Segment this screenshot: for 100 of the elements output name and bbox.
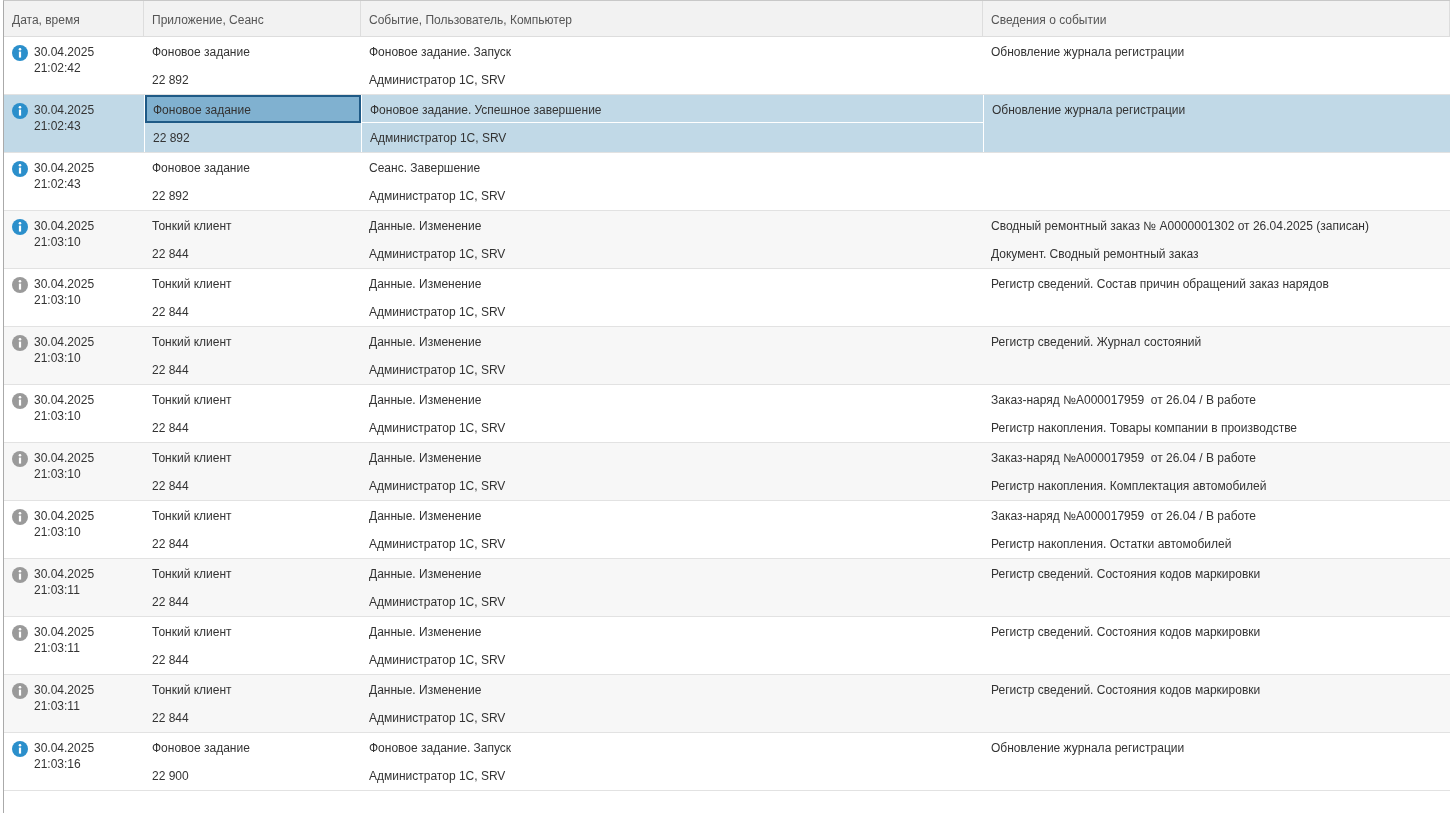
session-cell-text: 22 844 [151, 536, 190, 553]
time-text: 21:02:43 [34, 176, 82, 192]
event-details-text: Обновление журнала регистрации [990, 740, 1186, 757]
event-details-text: Заказ-наряд №А000017959 от 26.04 / В работе [990, 392, 1258, 409]
event-cell-text: Данные. Изменение [368, 334, 483, 351]
time-text: 21:03:10 [34, 292, 82, 308]
event-details-text: Обновление журнала регистрации [990, 44, 1186, 61]
application-cell-text: Тонкий клиент [151, 566, 233, 583]
event-cell-text: Данные. Изменение [368, 682, 483, 699]
event-details-text: Обновление журнала регистрации [991, 102, 1187, 119]
event-cell-text: Данные. Изменение [368, 508, 483, 525]
log-row[interactable]: 30.04.2025 21:03:11 Тонкий клиент 22 844 Данные. Изменение Администратор 1С, SRV Регистр сведений. Состояния кодов маркировки [4, 559, 1450, 617]
date-text: 30.04.2025 [34, 276, 95, 292]
user-cell-text: Администратор 1С, SRV [368, 768, 507, 785]
event-cell-text: Данные. Изменение [368, 218, 483, 235]
event-details-text: Документ. Сводный ремонтный заказ [990, 246, 1200, 263]
date-text: 30.04.2025 [34, 740, 95, 756]
user-cell-text: Администратор 1С, SRV [369, 130, 508, 147]
event-cell: Фоновое задание. Успешное завершение [362, 95, 983, 123]
event-cell-text: Данные. Изменение [368, 392, 483, 409]
user-cell-text: Администратор 1С, SRV [368, 710, 507, 727]
session-cell-text: 22 844 [151, 420, 190, 437]
time-text: 21:03:10 [34, 408, 82, 424]
date-text: 30.04.2025 [34, 44, 95, 60]
date-text: 30.04.2025 [34, 334, 95, 350]
date-text: 30.04.2025 [34, 682, 95, 698]
session-cell-text: 22 844 [151, 362, 190, 379]
user-cell-text: Администратор 1С, SRV [368, 72, 507, 89]
application-cell-text: Тонкий клиент [151, 334, 233, 351]
application-cell-text: Тонкий клиент [151, 624, 233, 641]
event-details-text: Регистр сведений. Состав причин обращений заказ нарядов [990, 276, 1330, 293]
time-text: 21:02:43 [34, 118, 82, 134]
date-text: 30.04.2025 [34, 566, 95, 582]
time-text: 21:02:42 [34, 60, 82, 76]
log-row[interactable]: 30.04.2025 21:03:10 Тонкий клиент 22 844 Данные. Изменение Администратор 1С, SRV Заказ-наряд №А000017959 от 26.04 / В работе Регистр накопления. Комплектация автомобилей [4, 443, 1450, 501]
application-cell-text: Тонкий клиент [151, 508, 233, 525]
column-header[interactable]: Сведения о событии [983, 1, 1450, 36]
event-details-text: Регистр накопления. Товары компании в производстве [990, 420, 1299, 437]
user-cell-text: Администратор 1С, SRV [368, 536, 507, 553]
session-cell-text: 22 844 [151, 594, 190, 611]
event-cell-text: Данные. Изменение [368, 450, 483, 467]
session-cell-text: 22 892 [152, 130, 191, 147]
session-cell-text: 22 844 [151, 478, 190, 495]
log-row[interactable]: 30.04.2025 21:03:16 Фоновое задание 22 900 Фоновое задание. Запуск Администратор 1С, SRV Обновление журнала регистрации [4, 733, 1450, 791]
event-details-text: Заказ-наряд №А000017959 от 26.04 / В работе [990, 508, 1258, 525]
event-details-text: Сводный ремонтный заказ № А0000001302 от 26.04.2025 (записан) [990, 218, 1370, 235]
user-cell-text: Администратор 1С, SRV [368, 478, 507, 495]
time-text: 21:03:11 [34, 582, 81, 598]
user-cell-text: Администратор 1С, SRV [368, 362, 507, 379]
application-cell-text: Тонкий клиент [151, 276, 233, 293]
event-details-text: Регистр сведений. Журнал состояний [990, 334, 1203, 351]
event-details-text: Регистр сведений. Состояния кодов маркировки [990, 682, 1262, 699]
session-cell-text: 22 844 [151, 246, 190, 263]
log-row[interactable]: 30.04.2025 21:03:10 Тонкий клиент 22 844 Данные. Изменение Администратор 1С, SRV Регистр сведений. Журнал состояний [4, 327, 1450, 385]
session-cell-text: 22 844 [151, 304, 190, 321]
application-cell-text: Тонкий клиент [151, 450, 233, 467]
application-cell-text: Тонкий клиент [151, 392, 233, 409]
session-cell-text: 22 844 [151, 652, 190, 669]
session-cell-text: 22 844 [151, 710, 190, 727]
application-cell-text: Тонкий клиент [151, 682, 233, 699]
log-row[interactable]: 30.04.2025 21:03:10 Тонкий клиент 22 844 Данные. Изменение Администратор 1С, SRV Сводный ремонтный заказ № А0000001302 от 26.04.2025 (записан) Документ. Сводный ремонтный заказ [4, 211, 1450, 269]
application-cell-text: Фоновое задание [151, 44, 251, 61]
event-details-text: Заказ-наряд №А000017959 от 26.04 / В работе [990, 450, 1258, 467]
event-cell-text: Фоновое задание. Запуск [368, 740, 513, 757]
user-cell-text: Администратор 1С, SRV [368, 420, 507, 437]
event-cell-text: Сеанс. Завершение [368, 160, 482, 177]
user-cell-text: Администратор 1С, SRV [368, 652, 507, 669]
event-details-text: Регистр накопления. Остатки автомобилей [990, 536, 1233, 553]
time-text: 21:03:11 [34, 698, 81, 714]
date-text: 30.04.2025 [34, 624, 95, 640]
application-cell: Фоновое задание [145, 95, 361, 123]
event-cell-text: Данные. Изменение [368, 276, 483, 293]
event-details-text: Регистр накопления. Комплектация автомобилей [990, 478, 1268, 495]
column-header[interactable]: Событие, Пользователь, Компьютер [361, 1, 983, 36]
time-text: 21:03:11 [34, 640, 81, 656]
event-cell-text: Данные. Изменение [368, 624, 483, 641]
log-row[interactable]: 30.04.2025 21:02:43 Фоновое задание 22 892 Фоновое задание. Успешное завершение Администратор 1С, SRV Обновление журнала регистрации [4, 95, 1450, 153]
application-cell-text: Фоновое задание [151, 740, 251, 757]
time-text: 21:03:10 [34, 524, 82, 540]
application-cell-text: Тонкий клиент [151, 218, 233, 235]
event-details-text: Регистр сведений. Состояния кодов маркировки [990, 624, 1262, 641]
event-cell-text: Данные. Изменение [368, 566, 483, 583]
time-text: 21:03:10 [34, 350, 82, 366]
time-text: 21:03:10 [34, 234, 82, 250]
session-cell-text: 22 892 [151, 72, 190, 89]
user-cell-text: Администратор 1С, SRV [368, 188, 507, 205]
date-text: 30.04.2025 [34, 218, 95, 234]
application-cell-text: Фоновое задание [151, 160, 251, 177]
column-header[interactable]: Дата, время [4, 1, 144, 36]
session-cell-text: 22 892 [151, 188, 190, 205]
column-header[interactable]: Приложение, Сеанс [144, 1, 361, 36]
date-text: 30.04.2025 [34, 450, 95, 466]
event-cell-text: Фоновое задание. Запуск [368, 44, 513, 61]
date-text: 30.04.2025 [34, 102, 95, 118]
user-cell-text: Администратор 1С, SRV [368, 246, 507, 263]
session-cell-text: 22 900 [151, 768, 190, 785]
time-text: 21:03:16 [34, 756, 82, 772]
date-text: 30.04.2025 [34, 160, 95, 176]
log-row[interactable]: 30.04.2025 21:03:11 Тонкий клиент 22 844 Данные. Изменение Администратор 1С, SRV Регистр сведений. Состояния кодов маркировки [4, 675, 1450, 733]
user-cell-text: Администратор 1С, SRV [368, 594, 507, 611]
